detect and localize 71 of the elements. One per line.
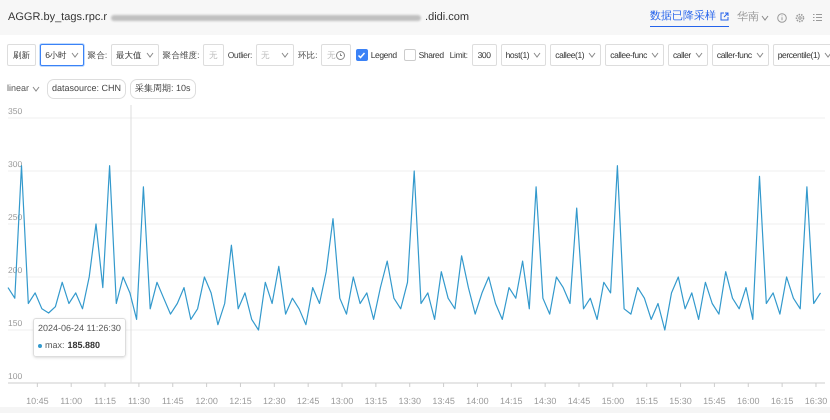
x-axis-label: 12:45 [296, 396, 320, 406]
select-dropdown[interactable]: 最大值 [110, 44, 159, 66]
x-axis-label: 14:15 [500, 396, 523, 406]
tag: 采集周期: 10s [130, 79, 196, 99]
field-label: Outlier: [228, 48, 252, 62]
tag: datasource: CHN [47, 79, 126, 99]
refresh-button[interactable]: 刷新 [7, 44, 36, 66]
caret-icon [761, 14, 769, 20]
caret-icon [70, 52, 79, 58]
caret-icon [588, 52, 596, 58]
downsampled-link[interactable]: 数据已降采样 [650, 8, 729, 28]
x-axis-label: 14:30 [534, 396, 556, 406]
select-dropdown[interactable]: percentile(1) [772, 44, 830, 66]
select-dropdown[interactable]: host(1) [500, 44, 546, 66]
x-axis-label: 16:15 [770, 396, 794, 406]
tooltip-value: 185.880 [68, 339, 100, 352]
select-dropdown[interactable]: 6小时 [40, 44, 84, 66]
list-icon[interactable] [813, 13, 822, 22]
x-axis-label: 10:45 [26, 396, 49, 406]
caret-icon [824, 52, 830, 58]
x-axis-label: 12:15 [229, 396, 252, 406]
x-axis-label: 11:30 [128, 396, 150, 406]
field-label: 聚合维度: [162, 48, 200, 62]
x-axis-label: 16:00 [737, 396, 760, 406]
x-axis-label: 16:30 [804, 396, 828, 406]
select-dropdown[interactable]: callee-func [605, 44, 664, 66]
tooltip-label: max: [45, 339, 65, 352]
select-dropdown[interactable]: caller [668, 44, 708, 66]
check-icon [357, 50, 366, 60]
x-axis-label: 11:15 [94, 396, 116, 406]
y-axis-label: 350 [8, 106, 22, 116]
x-axis-label: 15:00 [602, 396, 624, 406]
caret-icon [32, 86, 40, 92]
x-axis-label: 13:00 [330, 396, 354, 406]
tooltip-time: 2024-06-24 11:26:30 [38, 322, 121, 335]
x-axis-label: 14:45 [568, 396, 590, 406]
input-field[interactable]: 300 [472, 44, 497, 66]
x-axis-label: 13:45 [432, 396, 455, 406]
y-axis-label: 150 [8, 318, 22, 328]
caret-icon [280, 52, 289, 58]
field-label: Limit: [450, 48, 468, 62]
caret-icon [756, 52, 764, 58]
select-dropdown[interactable]: callee(1) [550, 44, 602, 66]
x-axis-label: 13:30 [398, 396, 421, 406]
caret-icon [694, 52, 703, 58]
external-link-icon [720, 12, 729, 20]
x-axis-label: 11:45 [162, 396, 184, 406]
x-axis-label: 13:15 [364, 396, 388, 406]
caret-icon [650, 52, 659, 58]
x-axis-label: 14:00 [466, 396, 489, 406]
x-axis-label: 15:15 [635, 396, 658, 406]
clock-icon[interactable] [336, 50, 345, 60]
y-axis-label: 300 [8, 159, 22, 169]
x-axis-label: 12:30 [263, 396, 286, 406]
x-axis-label: 12:00 [195, 396, 218, 406]
checkbox[interactable]: Shared [404, 48, 444, 62]
caret-icon [533, 52, 542, 58]
x-axis-label: 15:30 [669, 396, 692, 406]
y-axis-label: 100 [8, 371, 22, 381]
caret-icon [146, 52, 154, 58]
x-axis-label: 15:45 [703, 396, 726, 406]
settings-icon[interactable] [795, 12, 805, 22]
field-label: 环比: [298, 48, 318, 62]
chart-title: AGGR.by_tags.rpc.r [8, 10, 108, 26]
chart-title: .didi.com [425, 10, 470, 26]
checkbox[interactable]: Legend [356, 48, 397, 62]
x-axis-label: 11:00 [60, 396, 82, 406]
info-icon[interactable] [777, 12, 787, 22]
select-dropdown[interactable]: caller-func [712, 44, 769, 66]
scale-dropdown[interactable]: linear [7, 82, 40, 96]
field-label: 聚合: [88, 48, 107, 62]
